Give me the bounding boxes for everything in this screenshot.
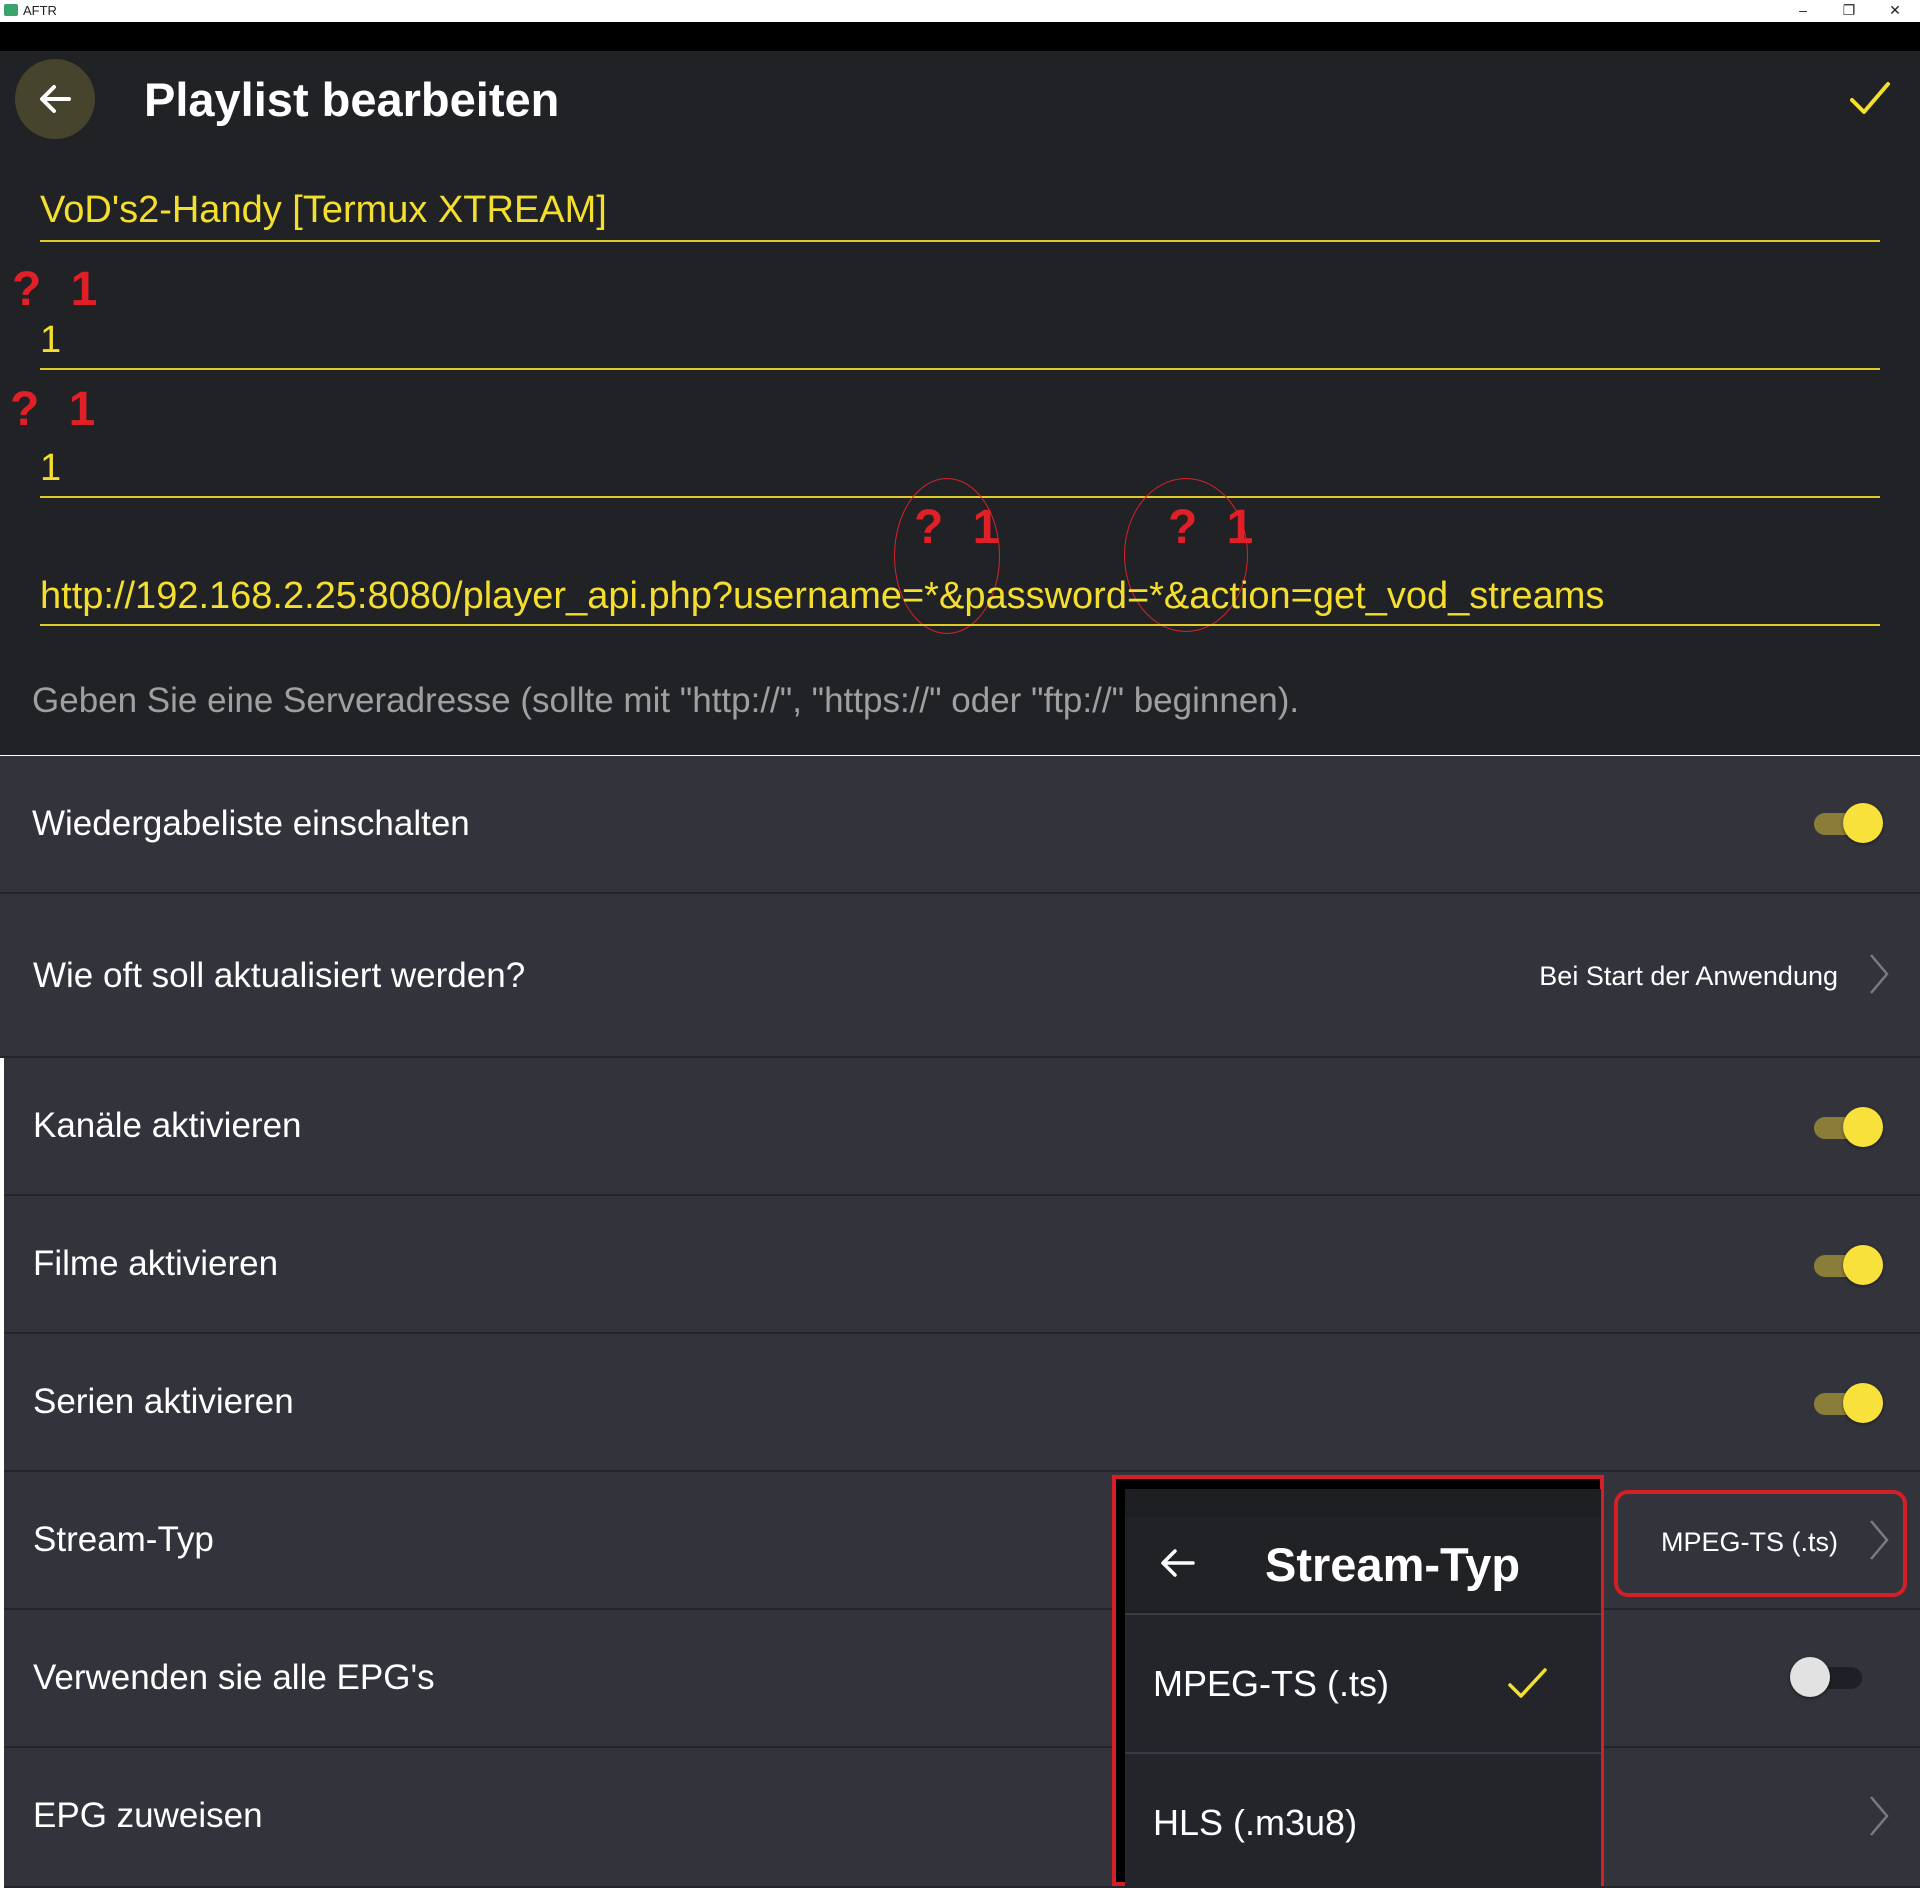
server-url-underline	[40, 624, 1880, 626]
option-label: MPEG-TS (.ts)	[1153, 1663, 1389, 1704]
row-label: Wie oft soll aktualisiert werden?	[33, 956, 526, 995]
page-title: Playlist bearbeiten	[144, 73, 560, 126]
server-url-hint: Geben Sie eine Serveradresse (sollte mit…	[32, 681, 1300, 720]
movies-toggle[interactable]	[1808, 1242, 1884, 1288]
confirm-button[interactable]	[1846, 74, 1894, 122]
checkmark-icon	[1850, 82, 1890, 114]
close-button[interactable]: ✕	[1872, 0, 1918, 22]
row-label: Kanäle aktivieren	[33, 1106, 302, 1145]
maximize-button[interactable]: ❐	[1826, 0, 1872, 22]
username-input[interactable]: 1	[40, 316, 61, 364]
stream-type-popup: Stream-Typ MPEG-TS (.ts) HLS (.m3u8)	[1125, 1489, 1601, 1886]
settings-row-update-frequency[interactable]: Wie oft soll aktualisiert werden? Bei St…	[0, 894, 1920, 1058]
arrow-left-icon[interactable]	[1155, 1541, 1199, 1585]
series-toggle[interactable]	[1808, 1380, 1884, 1426]
stream-type-option-hls[interactable]: HLS (.m3u8)	[1125, 1752, 1601, 1886]
update-frequency-value: Bei Start der Anwendung	[1539, 961, 1838, 991]
checkmark-icon	[1508, 1668, 1547, 1698]
enable-playlist-toggle[interactable]	[1808, 800, 1884, 846]
settings-row-enable-playlist[interactable]: Wiedergabeliste einschalten	[0, 756, 1920, 894]
server-url-input[interactable]: http://192.168.2.25:8080/player_api.php?…	[40, 572, 1604, 620]
back-button[interactable]	[15, 59, 95, 139]
username-underline	[40, 368, 1880, 370]
popup-title: Stream-Typ	[1265, 1538, 1521, 1591]
row-label: Serien aktivieren	[33, 1382, 294, 1421]
row-label: Stream-Typ	[33, 1520, 214, 1559]
minimize-button[interactable]: –	[1780, 0, 1826, 22]
chevron-right-icon	[1870, 1796, 1889, 1836]
settings-row-assign-epg[interactable]: EPG zuweisen	[4, 1748, 1920, 1888]
playlist-name-underline	[40, 240, 1880, 242]
password-annotation: ? 1	[10, 383, 104, 436]
settings-row-movies[interactable]: Filme aktivieren	[4, 1196, 1920, 1334]
username-annotation: ? 1	[12, 263, 106, 316]
edit-playlist-form	[0, 51, 1920, 755]
row-label: Wiedergabeliste einschalten	[32, 804, 470, 843]
stream-type-option-mpegts[interactable]: MPEG-TS (.ts)	[1125, 1613, 1601, 1752]
row-label: EPG zuweisen	[33, 1796, 263, 1835]
playlist-name-input[interactable]: VoD's2-Handy [Termux XTREAM]	[40, 186, 607, 234]
use-all-epgs-toggle[interactable]	[1790, 1654, 1866, 1700]
chevron-right-icon	[1870, 954, 1889, 994]
app-icon	[4, 4, 18, 16]
settings-row-series[interactable]: Serien aktivieren	[4, 1334, 1920, 1472]
row-label: Verwenden sie alle EPG's	[33, 1658, 435, 1697]
window-title: AFTR	[23, 3, 57, 18]
row-label: Filme aktivieren	[33, 1244, 279, 1283]
status-strip	[0, 22, 1920, 51]
password-input[interactable]: 1	[40, 444, 61, 492]
popup-header: Stream-Typ	[1125, 1517, 1601, 1611]
settings-row-use-all-epgs[interactable]: Verwenden sie alle EPG's	[4, 1610, 1920, 1748]
settings-row-channels[interactable]: Kanäle aktivieren	[4, 1058, 1920, 1196]
channels-toggle[interactable]	[1808, 1104, 1884, 1150]
option-label: HLS (.m3u8)	[1153, 1802, 1358, 1843]
arrow-left-icon	[40, 85, 71, 113]
stream-type-value-highlight	[1614, 1490, 1907, 1597]
window-titlebar: AFTR – ❐ ✕	[0, 0, 1920, 23]
